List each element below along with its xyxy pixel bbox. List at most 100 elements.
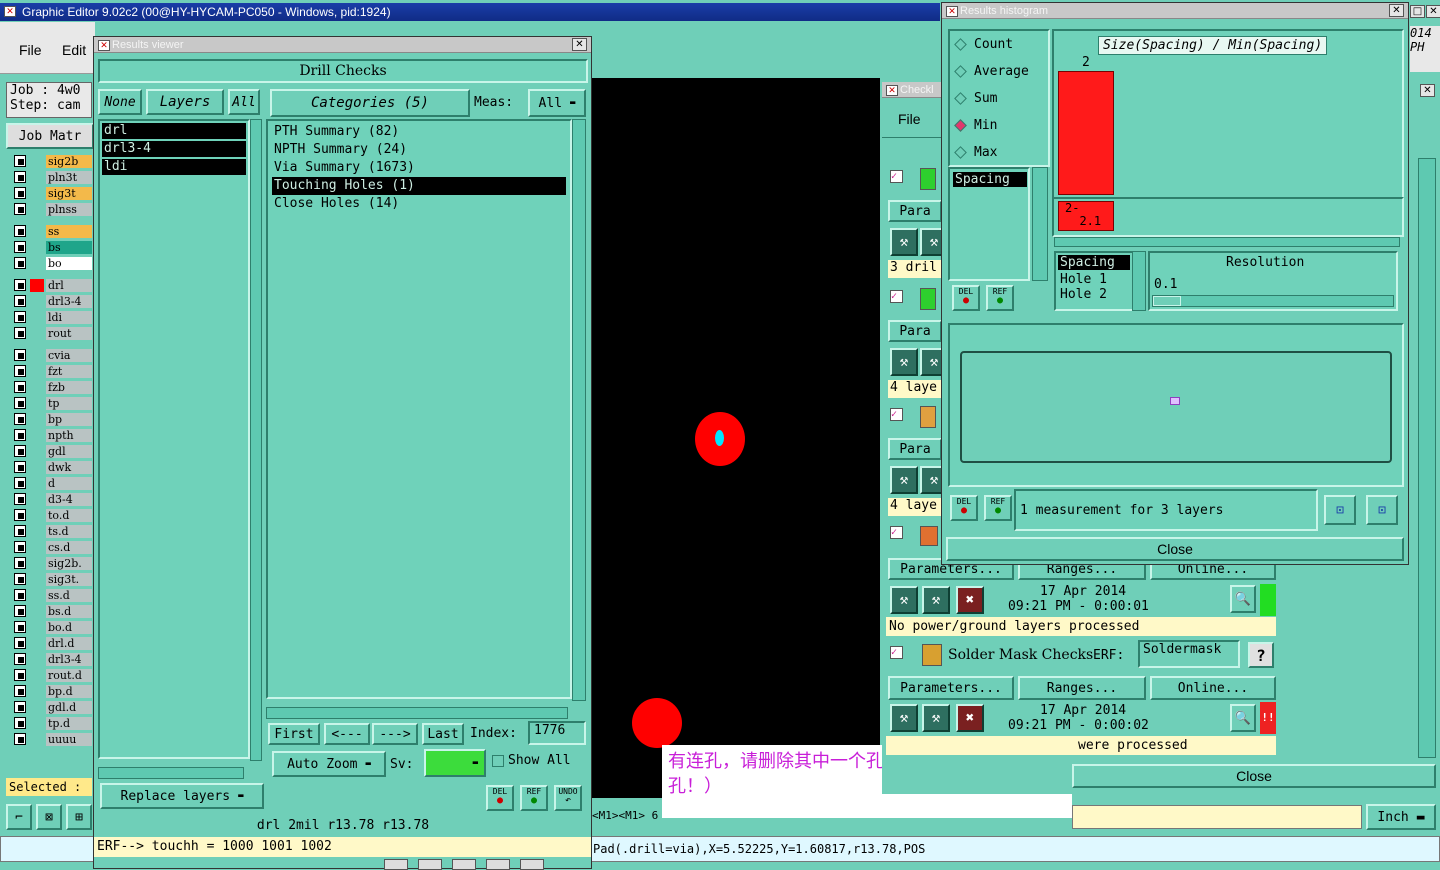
layer-row[interactable]: ss [14,224,92,238]
replace-layers-selector[interactable]: Replace layers ▬ [100,783,264,809]
show-all-checkbox[interactable] [492,755,504,767]
run-icon[interactable]: ⚒ [890,348,918,376]
layer-row[interactable]: rout [14,326,92,340]
online-button-2[interactable]: Online... [1150,676,1276,700]
layer-checkbox[interactable] [14,187,26,199]
stat-option[interactable]: Count [950,31,1048,58]
first-button[interactable]: First [268,723,320,745]
del-button[interactable]: DEL ● [950,495,978,521]
resolution-slider[interactable] [1152,295,1394,307]
layer-checkbox[interactable] [14,701,26,713]
layer-checkbox[interactable] [14,349,26,361]
category-item[interactable]: Via Summary (1673) [272,159,566,177]
layer-row[interactable]: bs.d [14,604,92,618]
layer-checkbox[interactable] [14,653,26,665]
layer-row[interactable]: tp [14,396,92,410]
info-item-hole-2[interactable]: Hole 2 [1056,287,1132,302]
layer-checkbox[interactable] [14,279,26,291]
check-mark-icon[interactable]: ✓ [890,408,903,421]
layer-checkbox[interactable] [14,669,26,681]
stop-icon[interactable]: ✖ [956,586,984,614]
layer-row[interactable]: drl [14,278,92,292]
layer-row[interactable]: bs [14,240,92,254]
layer-row[interactable]: ldi [14,310,92,324]
layer-row[interactable]: bo.d [14,620,92,634]
category-item[interactable]: Close Holes (14) [272,195,566,213]
run-icon[interactable]: ⚒ [890,586,918,614]
check-mark-icon[interactable]: ✓ [890,290,903,303]
layer-checkbox[interactable] [14,257,26,269]
info-item-spacing[interactable]: Spacing [1058,255,1130,270]
result-layer-item[interactable]: ldi [102,159,246,175]
sv-color-selector[interactable]: ▬ [424,749,486,777]
layer-row[interactable]: fzt [14,364,92,378]
layer-row[interactable]: bp.d [14,684,92,698]
category-item[interactable]: PTH Summary (82) [272,123,566,141]
tool-icon[interactable] [486,859,510,870]
histogram-close-button[interactable]: Close [946,537,1404,561]
prev-button[interactable]: <--- [324,723,370,745]
layer-row[interactable]: cs.d [14,540,92,554]
layer-checkbox[interactable] [14,171,26,183]
ranges-button-2[interactable]: Ranges... [1018,676,1146,700]
close-icon[interactable]: ✕ [1420,84,1435,97]
layer-checkbox[interactable] [14,573,26,585]
tool-icon[interactable] [384,859,408,870]
layer-checkbox[interactable] [14,461,26,473]
layer-row[interactable]: gdl [14,444,92,458]
tool-pointer-button[interactable]: ⌐ [6,804,32,830]
tool-icon[interactable] [520,859,544,870]
zoom-icon[interactable]: 🔍 [1230,585,1256,613]
layer-row[interactable]: sig3t. [14,572,92,586]
auto-zoom-selector[interactable]: Auto Zoom ▬ [272,751,386,777]
info-list-scrollbar[interactable] [1132,251,1146,311]
histogram-scrollbar-h[interactable] [1054,237,1400,247]
layer-row[interactable]: sig2b. [14,556,92,570]
run-all-icon[interactable]: ⚒ [922,586,950,614]
layer-checkbox[interactable] [14,477,26,489]
layer-checkbox[interactable] [14,621,26,633]
layer-row[interactable]: dwk [14,460,92,474]
stat-option[interactable]: Max [950,139,1048,166]
category-item[interactable]: Touching Holes (1) [272,177,566,195]
del-button[interactable]: DEL ● [952,285,980,311]
job-matrix-button[interactable]: Job Matr [6,123,94,149]
layer-row[interactable]: rout.d [14,668,92,682]
layer-row[interactable]: d [14,476,92,490]
checklist-menu-file[interactable]: File [898,111,921,127]
radio-diamond-icon[interactable] [954,146,967,159]
layer-checkbox[interactable] [14,733,26,745]
layer-checkbox[interactable] [14,241,26,253]
layer-row[interactable]: sig3t [14,186,92,200]
layer-row[interactable]: sig2b [14,154,92,168]
param-button-3[interactable]: Para [888,438,942,460]
layer-checkbox[interactable] [14,413,26,425]
checklist-scrollbar[interactable] [1418,158,1436,758]
menu-edit[interactable]: Edit [62,42,86,58]
layer-checkbox[interactable] [14,637,26,649]
layer-row[interactable]: cvia [14,348,92,362]
layer-row[interactable]: pln3t [14,170,92,184]
result-layer-item[interactable]: drl3-4 [102,141,246,157]
tool-zoom-button[interactable]: ⊠ [36,804,62,830]
layer-checkbox[interactable] [14,155,26,167]
radio-diamond-icon[interactable] [954,38,967,51]
histogram-range-cell[interactable]: 2- 2.1 [1058,201,1114,231]
zoom-fit-icon[interactable]: ⊡ [1366,495,1398,525]
layer-row[interactable]: plnss [14,202,92,216]
radio-diamond-icon[interactable] [954,92,967,105]
zoom-to-icon[interactable]: ⊡ [1324,495,1356,525]
layer-checkbox[interactable] [14,685,26,697]
layer-checkbox[interactable] [14,225,26,237]
preview-area[interactable] [960,351,1392,463]
layer-row[interactable]: fzb [14,380,92,394]
check-mark-icon[interactable]: ✓ [890,646,903,659]
categories-scrollbar-v[interactable] [572,119,586,701]
layer-checkbox[interactable] [14,365,26,377]
layer-row[interactable]: ts.d [14,524,92,538]
measure-list-item[interactable]: Spacing [953,172,1027,187]
layer-list-scrollbar-v[interactable] [250,119,262,761]
ref-button[interactable]: REF ● [986,285,1014,311]
result-layer-item[interactable]: drl [102,123,246,139]
del-button[interactable]: DEL ● [486,785,514,811]
